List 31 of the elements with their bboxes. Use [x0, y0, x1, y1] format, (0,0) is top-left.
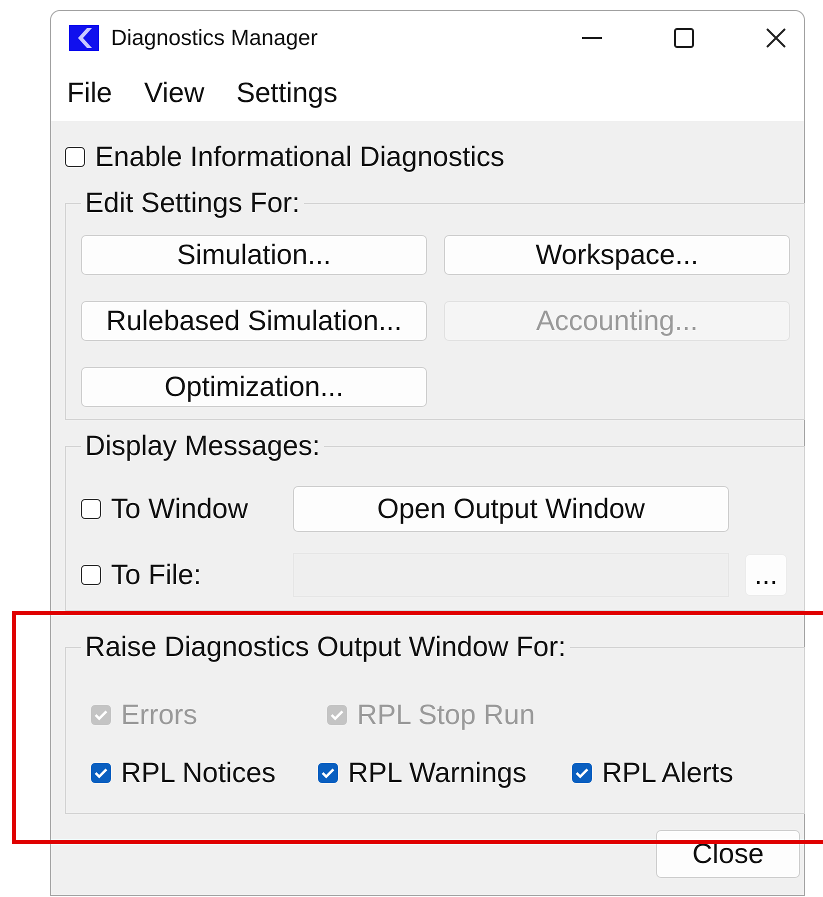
checkbox-label: Enable Informational Diagnostics: [95, 141, 504, 173]
close-button[interactable]: Close: [656, 830, 800, 878]
window-title: Diagnostics Manager: [111, 25, 318, 51]
browse-button[interactable]: ...: [745, 554, 787, 596]
open-output-button[interactable]: Open Output Window: [293, 486, 729, 532]
checkbox-label: RPL Notices: [121, 757, 276, 789]
group-title: Display Messages:: [84, 430, 321, 462]
app-logo-icon: [69, 25, 99, 51]
checkbox-label: RPL Stop Run: [357, 699, 535, 731]
checkbox[interactable]: [318, 763, 338, 783]
settings-button[interactable]: Workspace...: [444, 235, 790, 275]
checkbox-label: To Window: [111, 493, 248, 525]
checkbox-label: RPL Warnings: [348, 757, 526, 789]
settings-button[interactable]: Rulebased Simulation...: [81, 301, 427, 341]
menu-item[interactable]: Settings: [236, 77, 338, 109]
menu-item[interactable]: File: [67, 77, 112, 109]
settings-button[interactable]: Simulation...: [81, 235, 427, 275]
checkbox[interactable]: [81, 499, 101, 519]
checkbox-label: To File:: [111, 559, 202, 591]
group-title: Edit Settings For:: [84, 187, 301, 219]
maximize-icon[interactable]: [672, 26, 696, 50]
checkbox-label: Errors: [121, 699, 198, 731]
settings-button[interactable]: Optimization...: [81, 367, 427, 407]
menu-item[interactable]: View: [144, 77, 204, 109]
close-icon[interactable]: [764, 26, 788, 50]
checkbox[interactable]: [65, 147, 85, 167]
checkbox[interactable]: [91, 763, 111, 783]
group-title: Raise Diagnostics Output Window For:: [84, 631, 567, 663]
checkbox[interactable]: [572, 763, 592, 783]
checkbox[interactable]: [81, 565, 101, 585]
checkbox-label: RPL Alerts: [602, 757, 734, 789]
